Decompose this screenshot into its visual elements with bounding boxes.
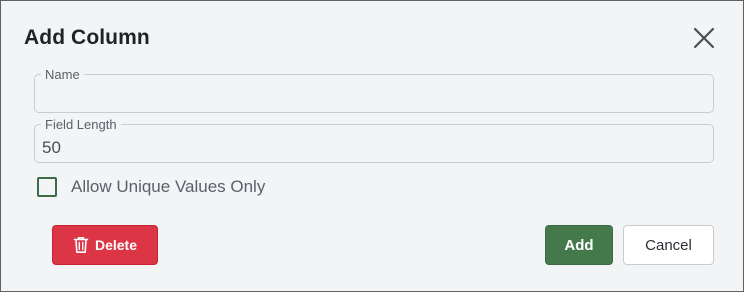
close-icon [693,27,715,49]
name-input[interactable] [35,75,713,112]
delete-button-label: Delete [94,237,138,253]
allow-unique-values-label: Allow Unique Values Only [71,177,266,196]
field-length-field: Field Length [34,117,714,163]
delete-button[interactable]: Delete [52,225,158,265]
trash-icon [73,236,89,254]
allow-unique-values-row[interactable]: Allow Unique Values Only [37,177,265,197]
add-button[interactable]: Add [545,225,613,265]
allow-unique-values-checkbox[interactable] [37,177,57,197]
name-field: Name [34,67,714,113]
add-column-dialog: Add Column Name Field Length Allow Uniqu… [0,0,744,292]
dialog-title: Add Column [24,26,150,49]
close-button[interactable] [691,25,717,51]
cancel-button[interactable]: Cancel [623,225,714,265]
field-length-input[interactable] [35,125,713,162]
